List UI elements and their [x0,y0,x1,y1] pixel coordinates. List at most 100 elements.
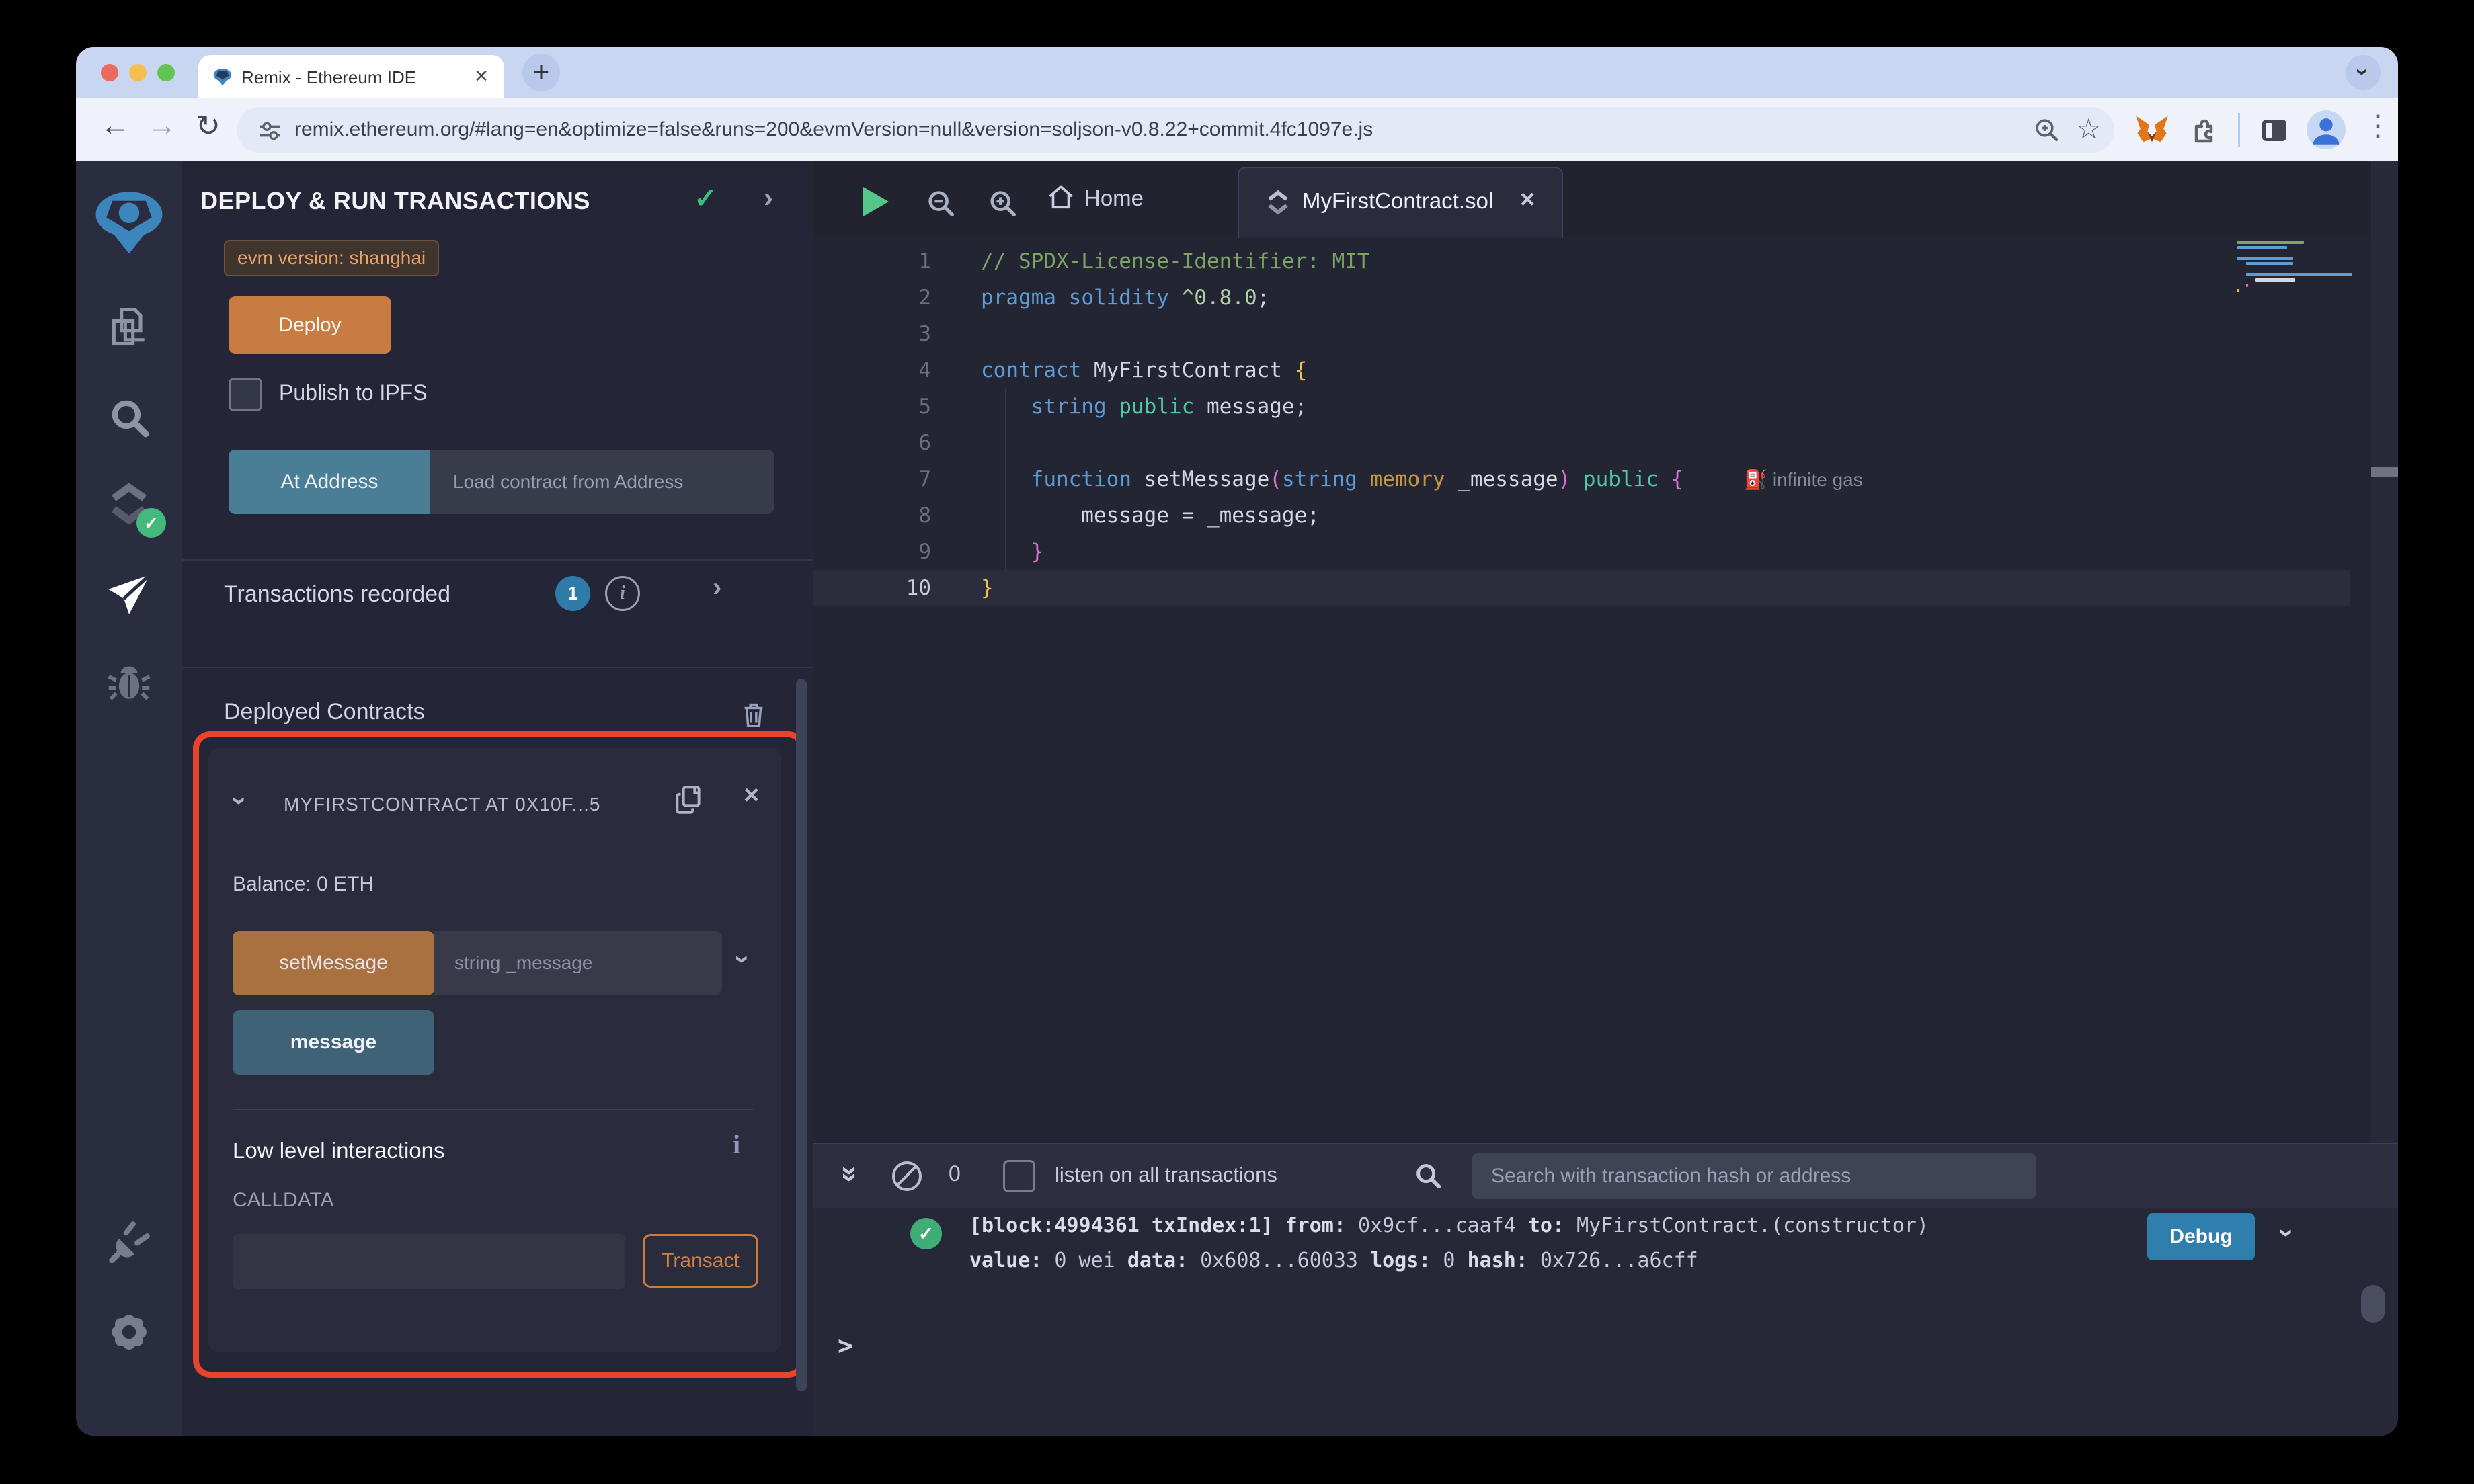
browser-window: Remix - Ethereum IDE × + › ← → ↻ remix.e… [76,47,2398,1436]
site-settings-icon[interactable] [257,118,284,145]
debug-button[interactable]: Debug [2147,1213,2255,1260]
gas-estimate-annotation: ⛽ infinite gas [1744,469,1863,490]
log-line: [block:4994361 txIndex:1] from: 0x9cf...… [969,1208,1941,1243]
code-token: _message [1445,467,1558,491]
file-tab-active[interactable]: MyFirstContract.sol × [1238,167,1563,238]
message-getter-button[interactable]: message [233,1010,434,1075]
code-token: public [1119,395,1195,419]
deploy-run-icon[interactable] [76,569,182,622]
listen-transactions-checkbox[interactable] [1003,1160,1035,1192]
code-token: ) [1558,467,1571,491]
zoom-out-icon[interactable] [926,188,957,219]
terminal-collapse-icon[interactable]: » [834,1157,867,1191]
code-line[interactable]: 9 } [813,534,2350,570]
panel-pin-chevron-icon[interactable]: › [764,181,773,214]
indent-guide [1005,388,1006,570]
solidity-compiler-icon[interactable]: ✓ [76,479,182,538]
transactions-info-icon[interactable]: i [605,576,640,611]
copy-address-icon[interactable] [672,782,706,818]
set-message-function-button[interactable]: setMessage [233,931,434,995]
terminal-search-input[interactable] [1472,1153,2036,1199]
back-button[interactable]: ← [100,109,130,142]
extensions-puzzle-icon[interactable] [2187,114,2219,147]
home-tab-label[interactable]: Home [1084,186,1144,211]
search-icon[interactable] [76,395,182,443]
new-tab-button[interactable]: + [522,54,560,91]
code-line[interactable]: 6 [813,425,2350,461]
at-address-button[interactable]: At Address [229,450,430,514]
transaction-log[interactable]: [block:4994361 txIndex:1] from: 0x9cf...… [969,1208,1941,1278]
code-line[interactable]: 2 pragma solidity ^0.8.0; [813,280,2350,316]
reload-button[interactable]: ↻ [196,109,221,143]
calldata-input[interactable] [233,1234,625,1289]
code-token: string [1281,467,1357,491]
profile-avatar[interactable] [2307,110,2346,149]
home-tab[interactable] [1045,181,1076,216]
macos-zoom-button[interactable] [157,64,175,81]
terminal-scrollbar-thumb[interactable] [2361,1285,2385,1323]
code-area[interactable]: 1// SPDX-License-Identifier: MIT 2 pragma … [813,243,2350,606]
file-tab-close-icon[interactable]: × [1520,186,1535,214]
minimap-line [2245,284,2248,287]
browser-tab[interactable]: Remix - Ethereum IDE × [198,55,504,98]
code-line[interactable]: 10} [813,570,2350,606]
editor-minimap[interactable] [2237,241,2352,442]
minimap-line [2237,289,2240,292]
code-line[interactable]: 1 // SPDX-License-Identifier: MIT [813,243,2350,280]
terminal-prompt[interactable]: > [838,1331,853,1360]
tab-search-button[interactable]: › [2346,55,2381,90]
set-message-expand-chevron-icon[interactable]: › [727,955,758,964]
deploy-button[interactable]: Deploy [229,296,391,354]
code-token: { [1294,358,1308,382]
code-line[interactable]: 4 contract MyFirstContract { [813,352,2350,388]
code-line[interactable]: 7 function setMessage(string memory _mes… [813,461,2350,497]
transaction-success-icon: ✓ [910,1218,942,1249]
listen-transactions-label: listen on all transactions [1055,1163,1277,1186]
debugger-icon[interactable] [76,660,182,708]
log-segment: 0x9cf...caaf4 [1345,1214,1528,1237]
zoom-in-icon[interactable] [988,188,1019,219]
transact-button[interactable]: Transact [643,1234,758,1288]
contract-close-icon[interactable]: × [744,780,759,811]
url-bar[interactable]: remix.ethereum.org/#lang=en&optimize=fal… [237,107,2114,153]
code-token: memory [1369,467,1445,491]
code-token: { [1671,467,1684,491]
forward-button[interactable]: → [147,109,177,142]
contract-collapse-chevron-icon[interactable]: › [225,796,255,805]
browser-menu-kebab-icon[interactable]: ⋮ [2363,109,2393,143]
macos-close-button[interactable] [101,64,118,81]
compile-success-badge: ✓ [136,508,166,538]
macos-minimize-button[interactable] [129,64,147,81]
bookmark-star-icon[interactable]: ☆ [2076,112,2102,145]
browser-tab-strip: Remix - Ethereum IDE × + › [76,47,2398,98]
clear-console-icon[interactable] [892,1161,922,1191]
low-level-info-icon[interactable]: i [733,1128,740,1160]
code-line[interactable]: 3 [813,316,2350,352]
editor-scrollbar-track[interactable] [2371,161,2398,1143]
line-number: 3 [918,322,931,346]
tab-close-icon[interactable]: × [475,63,488,89]
url-text[interactable]: remix.ethereum.org/#lang=en&optimize=fal… [294,118,1373,141]
run-script-play-icon[interactable] [863,187,889,216]
code-line[interactable]: 8 message = _message; [813,497,2350,534]
set-message-arg-input[interactable] [434,931,722,995]
terminal: » 0 listen on all transactions ✓ [block:… [813,1143,2398,1436]
plugin-manager-plug-icon[interactable] [76,1218,182,1270]
settings-gear-icon[interactable] [76,1308,182,1360]
log-expand-chevron-icon[interactable]: › [2272,1229,2302,1237]
at-address-input[interactable] [430,450,774,514]
clear-deployed-trash-icon[interactable] [738,698,769,731]
zoom-page-icon[interactable] [2033,116,2061,145]
panel-scrollbar[interactable] [796,679,807,1391]
code-token: ^0.8.0 [1181,286,1257,310]
side-panel-icon[interactable] [2258,114,2290,147]
file-explorer-icon[interactable] [76,304,182,353]
minimap-line [2237,257,2294,260]
transactions-expand-chevron-icon[interactable]: › [713,573,721,603]
publish-ipfs-checkbox[interactable] [229,378,262,411]
metamask-extension-icon[interactable] [2134,114,2169,147]
code-line[interactable]: 5 string public message; [813,388,2350,425]
remix-logo-icon[interactable] [76,184,182,260]
